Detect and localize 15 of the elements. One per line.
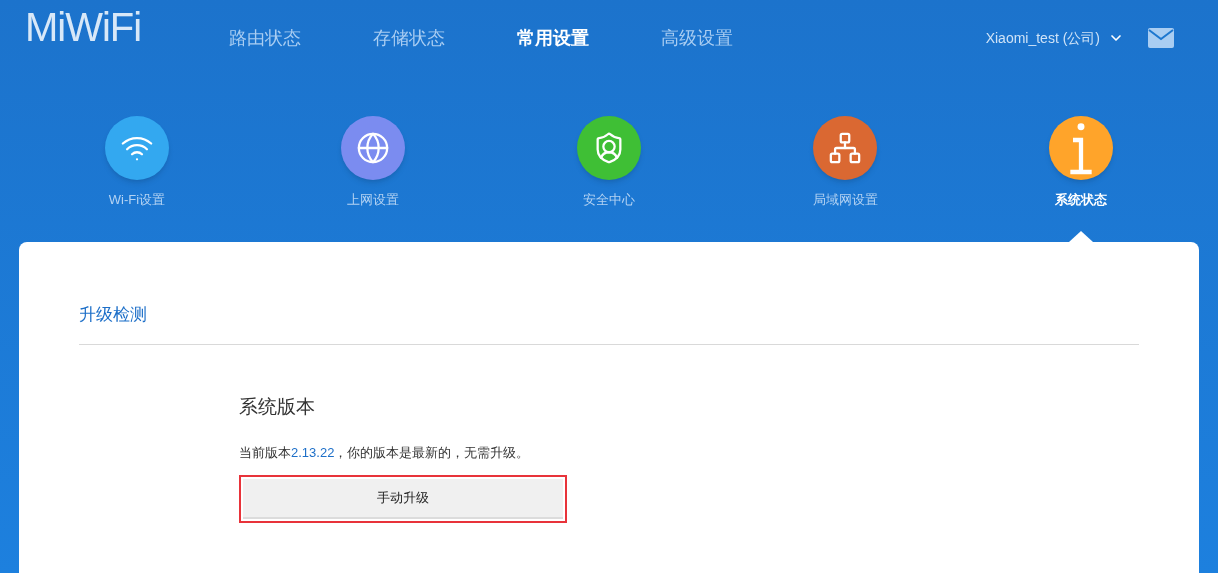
category-label[interactable]: 安全中心 [583, 190, 635, 210]
nav-tab[interactable]: 路由状态 [229, 24, 301, 52]
category-label[interactable]: 上网设置 [347, 190, 399, 210]
version-message: 当前版本2.13.22，你的版本是最新的，无需升级。 [239, 444, 530, 462]
category-label[interactable]: 系统状态 [1055, 190, 1107, 210]
nav-tab[interactable]: 存储状态 [373, 24, 445, 52]
category-label[interactable]: Wi-Fi设置 [108, 190, 166, 210]
panel-title: 升级检测 [79, 302, 1139, 345]
section-title: 系统版本 [239, 394, 315, 419]
logo: MiWiFi [25, 7, 143, 47]
manual-upgrade-button[interactable]: 手动升级 [243, 478, 563, 519]
category-label[interactable]: 局域网设置 [812, 190, 878, 210]
account-menu[interactable]: Xiaomi_test (公司) [985, 27, 1124, 49]
nav-tab[interactable]: 常用设置 [517, 24, 589, 52]
nav-tab[interactable]: 高级设置 [661, 24, 733, 52]
